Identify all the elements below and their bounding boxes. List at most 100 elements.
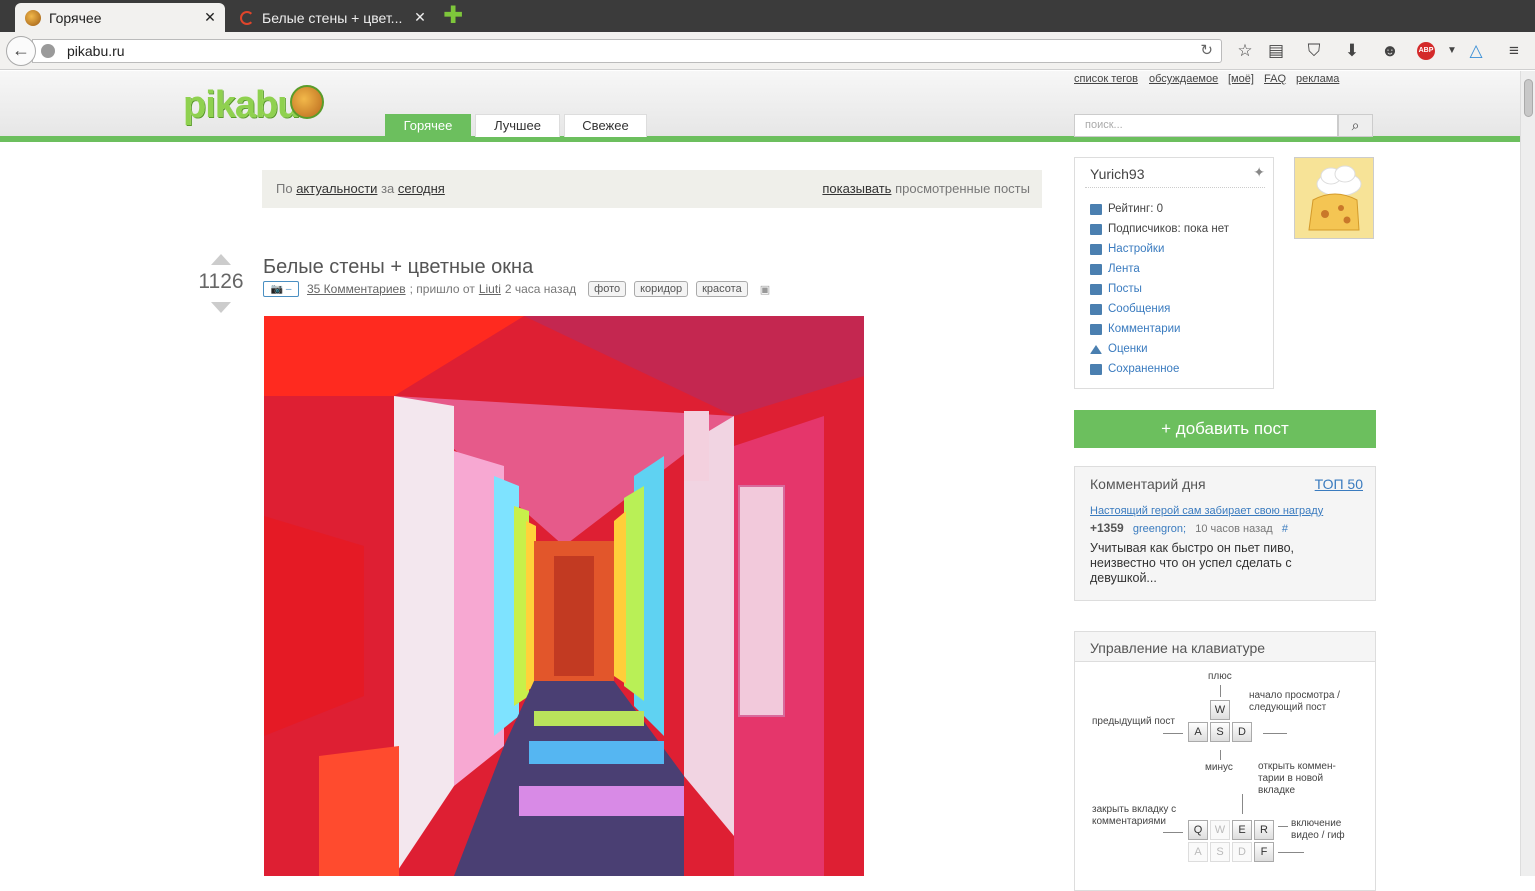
back-button[interactable]: ←	[6, 36, 36, 66]
post-image[interactable]	[264, 316, 864, 876]
user-posts[interactable]: Посты	[1090, 283, 1142, 295]
pin-icon[interactable]: ✦	[1253, 164, 1265, 181]
key-s2: S	[1210, 842, 1230, 862]
search-button[interactable]: ⌕	[1338, 114, 1373, 137]
comment-author[interactable]: greengron;	[1133, 523, 1186, 535]
post-title[interactable]: Белые стены + цветные окна	[263, 256, 533, 279]
star-icon[interactable]: ☆	[1234, 40, 1256, 62]
tab-post[interactable]: Белые стены + цвет... ✕	[230, 3, 435, 32]
camera-icon[interactable]: 📷 –	[263, 281, 299, 297]
envelope-icon	[1090, 303, 1102, 315]
tab-title: Белые стены + цвет...	[262, 9, 403, 26]
came-from-text: ; пришло от	[409, 282, 475, 296]
comments-label: Комментарии	[1108, 323, 1181, 335]
search-input[interactable]: поиск...	[1074, 114, 1338, 137]
keyboard-help: Управление на клавиатуре плюс W A S D пр…	[1074, 631, 1376, 891]
tab-best[interactable]: Лучшее	[475, 114, 560, 137]
viewed-filter: показывать просмотренные посты	[822, 181, 1030, 196]
new-tab-button[interactable]: ✚	[443, 4, 463, 28]
user-settings[interactable]: Настройки	[1090, 243, 1164, 255]
close-tab-label: закрыть вкладку с комментариями	[1092, 804, 1177, 827]
toplink-faq[interactable]: FAQ	[1264, 73, 1286, 85]
vote-up-button[interactable]	[211, 254, 231, 265]
avatar[interactable]	[1294, 157, 1374, 239]
tab-hot[interactable]: Горячее ✕	[15, 3, 225, 32]
posts-label: Посты	[1108, 283, 1142, 295]
pocket-icon[interactable]: ⛉	[1303, 40, 1325, 62]
key-f: F	[1254, 842, 1274, 862]
sort-link[interactable]: актуальности	[296, 181, 377, 196]
toplink-discussed[interactable]: обсуждаемое	[1149, 73, 1218, 85]
period-link[interactable]: сегодня	[398, 181, 445, 196]
add-post-button[interactable]: + добавить пост	[1074, 410, 1376, 448]
tab-fresh[interactable]: Свежее	[564, 114, 647, 137]
toplink-mine[interactable]: [моё]	[1228, 73, 1254, 85]
tab-title: Горячее	[49, 9, 102, 26]
scrollbar-thumb[interactable]	[1524, 79, 1533, 117]
connector	[1220, 685, 1221, 697]
download-icon[interactable]: ⬇	[1341, 40, 1363, 62]
tag-photo[interactable]: фото	[588, 281, 627, 297]
reload-icon[interactable]: ↻	[1200, 41, 1213, 59]
vote-down-button[interactable]	[211, 302, 231, 313]
comment-icon	[1090, 323, 1102, 335]
top50-link[interactable]: ТОП 50	[1315, 476, 1363, 492]
page-scrollbar[interactable]	[1520, 71, 1535, 876]
username[interactable]: Yurich93	[1090, 166, 1144, 182]
url-bar[interactable]: pikabu.ru ↻	[32, 39, 1222, 63]
close-tab-icon[interactable]: ✕	[411, 9, 429, 26]
sync-icon[interactable]: △	[1465, 40, 1487, 62]
key-d: D	[1232, 722, 1252, 742]
reading-list-icon[interactable]: ▤	[1265, 40, 1287, 62]
muffin-logo-icon[interactable]	[290, 85, 324, 119]
adblock-icon[interactable]: ABP	[1417, 42, 1435, 60]
avatar-image	[1295, 158, 1373, 238]
feed-icon	[1090, 263, 1102, 275]
toplink-ads[interactable]: реклама	[1296, 73, 1339, 85]
key-a2: A	[1188, 842, 1208, 862]
person-icon	[1090, 223, 1102, 235]
sort-filter: По актуальности за сегодня	[276, 181, 445, 196]
ratings-label: Оценки	[1108, 343, 1148, 355]
menu-icon[interactable]: ≡	[1503, 40, 1525, 62]
comments-link[interactable]: 35 Комментариев	[307, 282, 406, 296]
connector	[1163, 733, 1183, 734]
author-link[interactable]: Liuti	[479, 282, 501, 296]
gear-icon	[1090, 243, 1102, 255]
settings-label: Настройки	[1108, 243, 1165, 255]
tag-corridor[interactable]: коридор	[634, 281, 689, 297]
comment-permalink[interactable]: #	[1282, 523, 1288, 535]
user-saved[interactable]: Сохраненное	[1090, 363, 1179, 375]
tag-beauty[interactable]: красота	[696, 281, 748, 297]
tab-hot-page[interactable]: Горячее	[385, 114, 471, 137]
comment-of-day: Комментарий дня ТОП 50 Настоящий герой с…	[1074, 466, 1376, 601]
post-rating: 1126	[198, 270, 244, 293]
chart-icon	[1090, 203, 1102, 215]
corridor-image	[264, 316, 864, 876]
connector	[1220, 750, 1221, 760]
toplink-tags[interactable]: список тегов	[1074, 73, 1138, 85]
post-time: 2 часа назад	[504, 282, 577, 296]
connector	[1242, 794, 1243, 814]
chevron-down-icon[interactable]: ▼	[1441, 40, 1463, 62]
emoji-icon[interactable]: ☻	[1379, 40, 1401, 62]
site-logo[interactable]: pikabu	[183, 84, 300, 127]
video-label: включение видео / гиф	[1291, 818, 1345, 841]
key-w: W	[1210, 700, 1230, 720]
comment-post-link[interactable]: Настоящий герой сам забирает свою наград…	[1090, 505, 1323, 517]
browser-nav-bar: pikabu.ru ↻ ← ☆ ▤ ⛉ ⬇ ☻ ABP ▼ △ ≡	[0, 32, 1535, 70]
key-d2: D	[1232, 842, 1252, 862]
show-viewed-link[interactable]: показывать	[822, 181, 891, 196]
key-r: R	[1254, 820, 1274, 840]
user-comments[interactable]: Комментарии	[1090, 323, 1180, 335]
minus-label: минус	[1205, 762, 1233, 773]
key-q: Q	[1188, 820, 1208, 840]
user-feed[interactable]: Лента	[1090, 263, 1140, 275]
user-messages[interactable]: Сообщения	[1090, 303, 1170, 315]
save-icon[interactable]: ▣	[760, 283, 770, 296]
connector	[1278, 852, 1304, 853]
user-ratings[interactable]: Оценки	[1090, 343, 1148, 355]
close-tab-icon[interactable]: ✕	[201, 9, 219, 26]
globe-icon	[41, 44, 55, 58]
next-post-label: начало просмотра / следующий пост	[1249, 690, 1340, 713]
